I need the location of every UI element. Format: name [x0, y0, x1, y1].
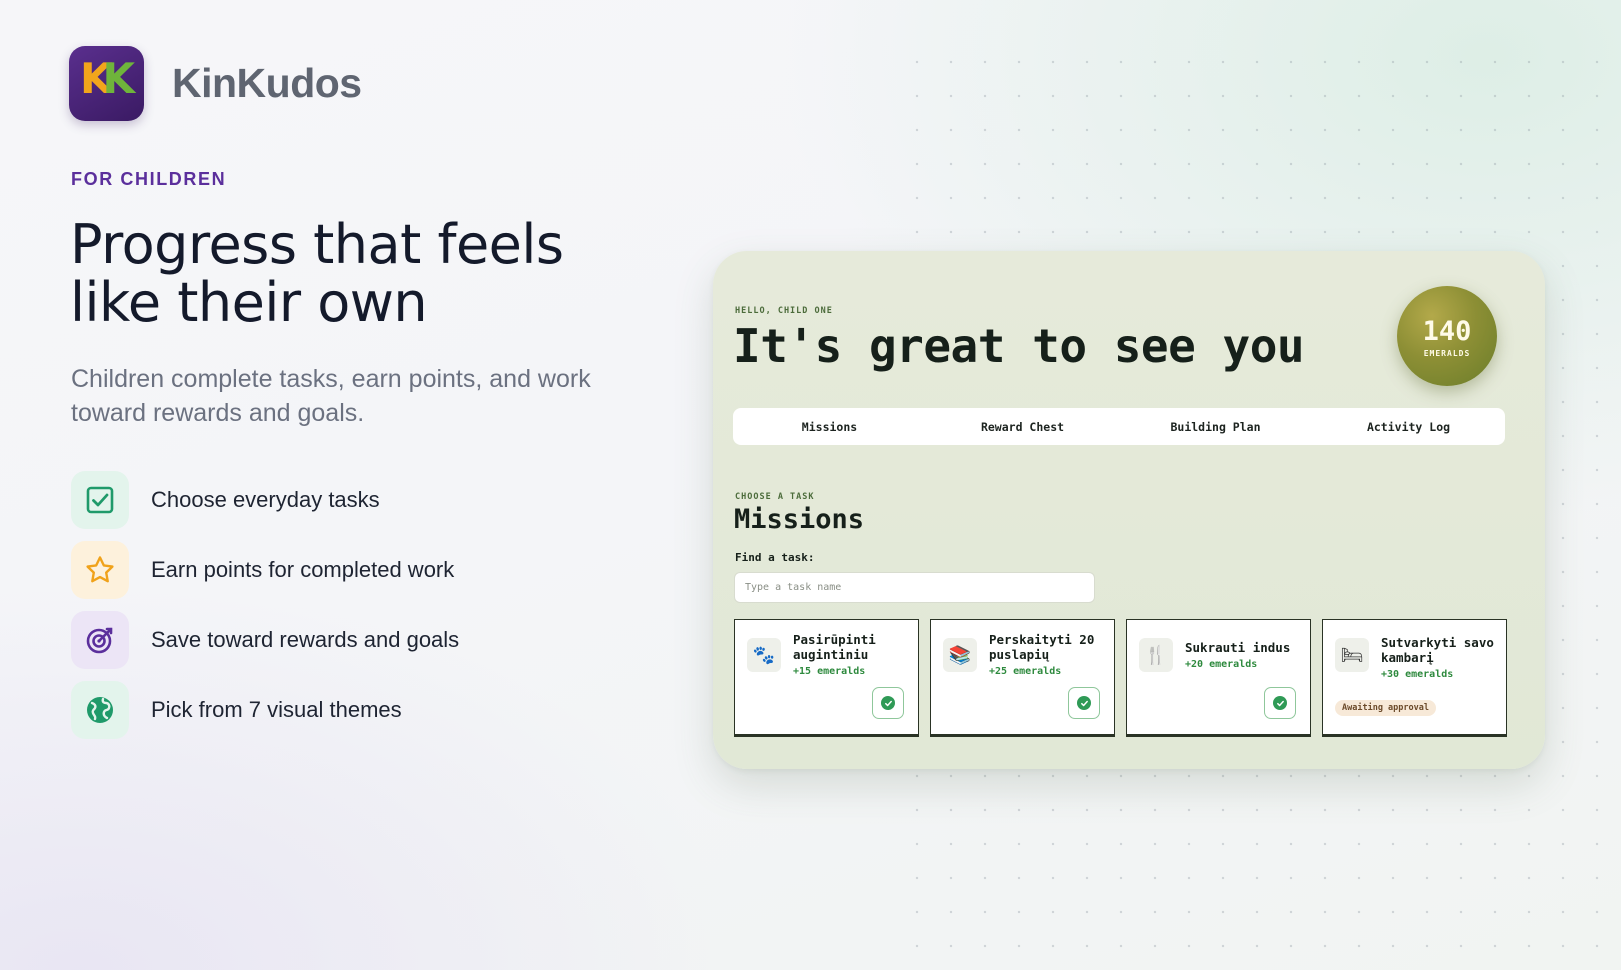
- feature-item: Pick from 7 visual themes: [71, 680, 459, 740]
- task-name: Pasirūpinti augintiniu: [793, 632, 876, 662]
- hero-headline: Progress that feels like their own: [70, 216, 670, 332]
- tab-missions[interactable]: Missions: [733, 420, 926, 434]
- feature-item: Save toward rewards and goals: [71, 610, 459, 670]
- feature-item: Earn points for completed work: [71, 540, 459, 600]
- globe-icon: [71, 681, 129, 739]
- hero-subhead: Children complete tasks, earn points, an…: [71, 365, 591, 427]
- greeting-title: It's great to see you: [733, 319, 1305, 373]
- hero-eyebrow: FOR CHILDREN: [71, 169, 227, 189]
- task-search-input[interactable]: [734, 572, 1095, 603]
- search-label: Find a task:: [735, 551, 815, 564]
- complete-task-button[interactable]: [1264, 687, 1296, 719]
- feature-label: Save toward rewards and goals: [151, 627, 460, 652]
- complete-task-button[interactable]: [1068, 687, 1100, 719]
- fork-knife-icon: 🍴: [1139, 638, 1173, 672]
- check-circle-icon: [1077, 696, 1091, 710]
- task-card[interactable]: 🍴 Sukrauti indus +20 emeralds: [1126, 619, 1311, 737]
- tab-building-plan[interactable]: Building Plan: [1119, 420, 1312, 434]
- task-info: Sutvarkyti savo kambarį +30 emeralds: [1381, 635, 1503, 682]
- target-icon: [71, 611, 129, 669]
- headline-line-2: like their own: [70, 271, 428, 334]
- tab-reward-chest[interactable]: Reward Chest: [926, 420, 1119, 434]
- emerald-balance-badge: 140 EMERALDS: [1397, 286, 1497, 386]
- section-eyebrow: CHOOSE A TASK: [735, 492, 815, 502]
- task-card[interactable]: 🐾 Pasirūpinti augintiniu +15 emeralds: [734, 619, 919, 737]
- task-card[interactable]: 🛏 Sutvarkyti savo kambarį +30 emeralds A…: [1322, 619, 1507, 737]
- app-preview-card: HELLO, CHILD ONE It's great to see you 1…: [713, 251, 1545, 769]
- greeting-eyebrow: HELLO, CHILD ONE: [735, 306, 833, 316]
- complete-task-button[interactable]: [872, 687, 904, 719]
- feature-list: Choose everyday tasks Earn points for co…: [71, 470, 459, 750]
- feature-label: Earn points for completed work: [151, 557, 455, 582]
- feature-item: Choose everyday tasks: [71, 470, 459, 530]
- awaiting-approval-badge: Awaiting approval: [1335, 700, 1436, 716]
- check-circle-icon: [1273, 696, 1287, 710]
- brand-name: KinKudos: [172, 60, 362, 106]
- check-circle-icon: [881, 696, 895, 710]
- preview-tab-bar: Missions Reward Chest Building Plan Acti…: [733, 408, 1505, 445]
- kinkudos-logo-icon: KK: [69, 46, 144, 121]
- task-name: Sukrauti indus: [1185, 640, 1291, 655]
- emerald-balance-label: EMERALDS: [1423, 349, 1471, 358]
- task-points: +20 emeralds: [1185, 659, 1258, 670]
- task-name: Sutvarkyti savo kambarį: [1381, 635, 1494, 665]
- star-icon: [71, 541, 129, 599]
- task-card[interactable]: 📚 Perskaityti 20 puslapių +25 emeralds: [930, 619, 1115, 737]
- task-grid: 🐾 Pasirūpinti augintiniu +15 emeralds 📚 …: [734, 619, 1507, 737]
- task-info: Sukrauti indus +20 emeralds: [1185, 640, 1307, 672]
- task-info: Pasirūpinti augintiniu +15 emeralds: [793, 632, 915, 679]
- headline-line-1: Progress that feels: [70, 213, 564, 276]
- paw-icon: 🐾: [747, 638, 781, 672]
- tab-activity-log[interactable]: Activity Log: [1312, 420, 1505, 434]
- books-icon: 📚: [943, 638, 977, 672]
- task-points: +30 emeralds: [1381, 669, 1454, 680]
- feature-label: Choose everyday tasks: [151, 487, 380, 512]
- task-points: +25 emeralds: [989, 666, 1062, 677]
- logo-letter-2: K: [102, 54, 135, 103]
- section-title: Missions: [734, 504, 865, 535]
- task-info: Perskaityti 20 puslapių +25 emeralds: [989, 632, 1111, 679]
- task-name: Perskaityti 20 puslapių: [989, 632, 1095, 662]
- feature-label: Pick from 7 visual themes: [151, 697, 402, 722]
- task-points: +15 emeralds: [793, 666, 866, 677]
- checkbox-icon: [71, 471, 129, 529]
- brand: KK KinKudos: [69, 46, 362, 121]
- logo-letter-1: K: [80, 54, 112, 103]
- emerald-balance-value: 140: [1422, 316, 1472, 347]
- bed-icon: 🛏: [1335, 638, 1369, 672]
